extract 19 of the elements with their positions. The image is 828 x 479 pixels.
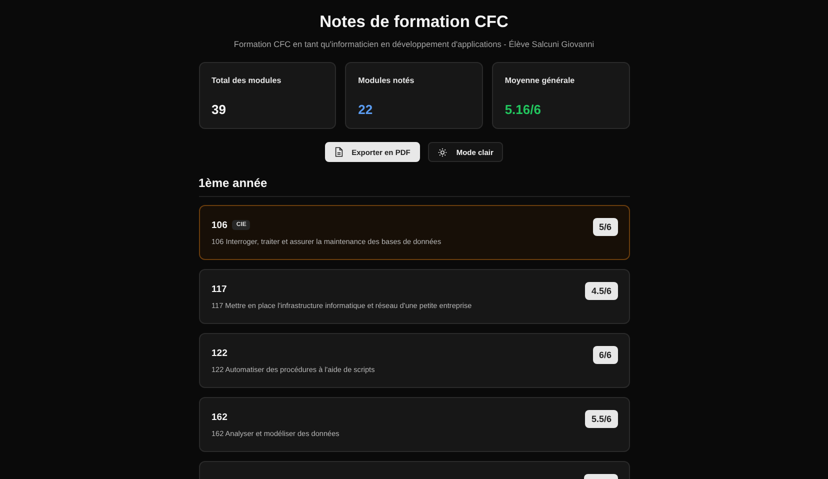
section-title: 1ème année [198,176,630,197]
stat-label: Moyenne générale [504,76,576,85]
grade-badge: 5/6 [592,218,618,236]
grade-badge: 4.5/6 [585,282,618,300]
page-title: Notes de formation CFC [318,13,510,32]
stat-value: 39 [212,102,226,117]
grade-badge: 6/6 [592,346,618,364]
stat-value: 5.16/6 [504,102,541,117]
page-subtitle: Formation CFC en tant qu'informaticien en développement d'applications - Élève Salcuni Giovanni [232,39,596,49]
module-number: 122 [212,348,228,358]
document-icon [334,147,343,157]
module-number: 162 [212,412,228,422]
stat-label: Modules notés [358,76,416,85]
module-number: 106 [212,220,228,230]
module-number: 117 [212,284,227,294]
stat-value: 22 [358,102,373,117]
grade-badge: 5.5/6 [585,410,618,428]
stat-label: Total des modules [212,76,282,85]
sun-icon [438,148,448,156]
